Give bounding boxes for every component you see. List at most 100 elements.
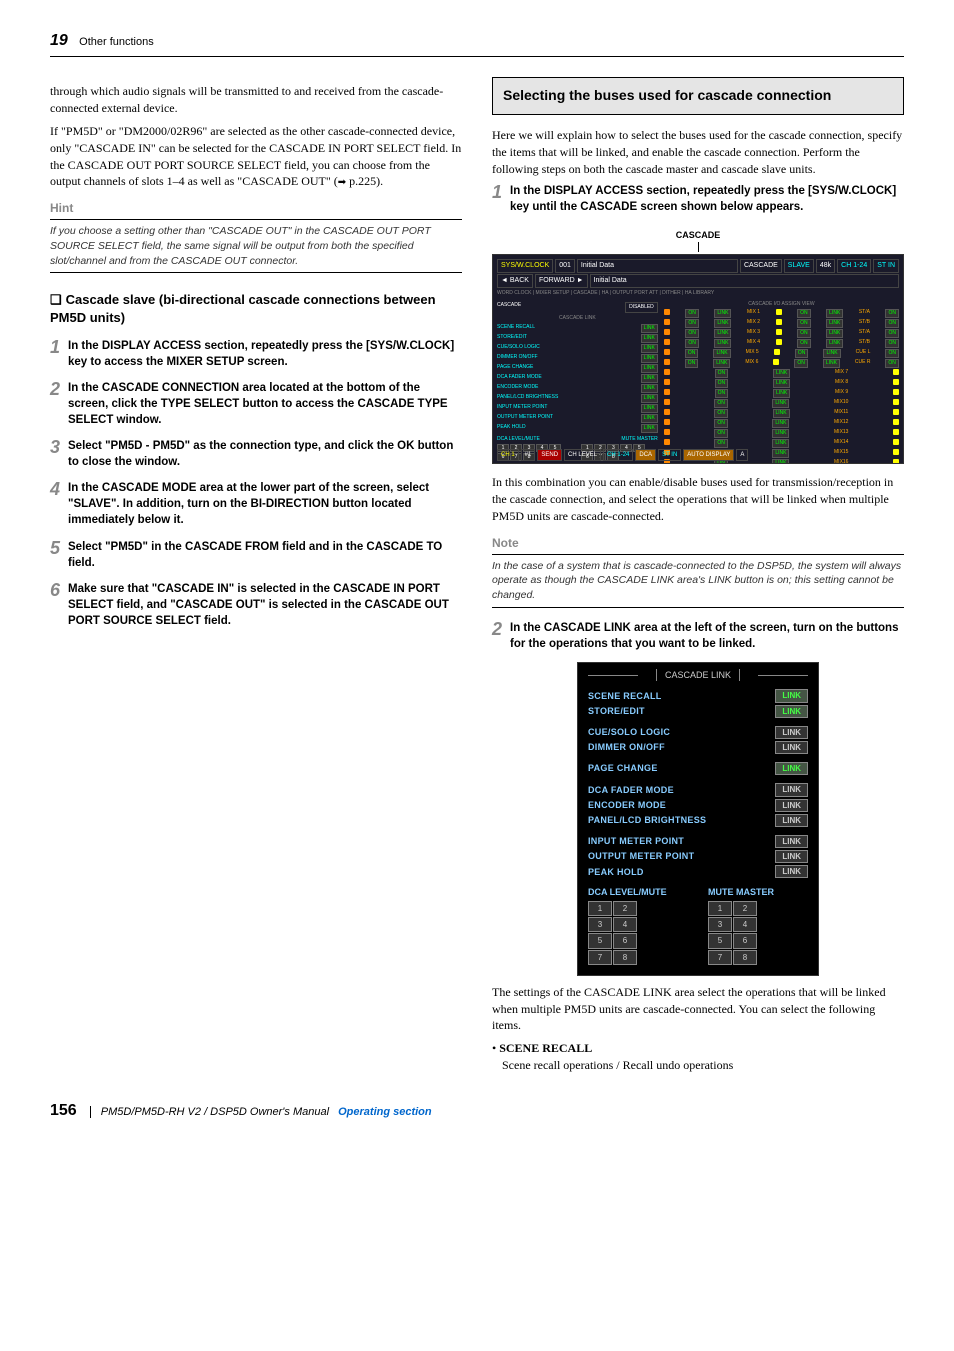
clp-link-button: LINK <box>775 814 808 827</box>
clp-link-button: LINK <box>775 799 808 812</box>
right-step-number-1: 1 <box>492 183 510 215</box>
left-step-6: 6 Make sure that "CASCADE IN" is selecte… <box>50 581 462 629</box>
clp-grid-cell: 8 <box>613 950 637 965</box>
right-step-1: 1 In the DISPLAY ACCESS section, repeate… <box>492 183 904 215</box>
scr-sub-name: Initial Data <box>590 274 899 288</box>
clp-grid-cell: 2 <box>613 901 637 916</box>
hint-body: If you choose a setting other than "CASC… <box>50 220 462 273</box>
after-figure-para: In this combination you can enable/disab… <box>492 474 904 524</box>
left-step-3: 3 Select "PM5D - PM5D" as the connection… <box>50 438 462 470</box>
ref-arrow-icon <box>338 174 346 188</box>
scr-forward-button: FORWARD ► <box>535 274 588 288</box>
scr-mix-row: ONLINKMIX12 <box>664 419 899 428</box>
clp-row: INPUT METER POINTLINK <box>588 835 808 848</box>
scr-mix-row: ONLINKMIX11 <box>664 409 899 418</box>
scr-mix-row: ONLINKMIX 9 <box>664 389 899 398</box>
scr-mix-row: ONLINKMIX13 <box>664 429 899 438</box>
clp-label: SCENE RECALL <box>588 690 662 703</box>
scr-link-title: CASCADE LINK <box>497 315 658 322</box>
clp-row: PANEL/LCD BRIGHTNESS LINK <box>588 814 808 827</box>
scr-scene-name: Initial Data <box>577 259 738 273</box>
scr-mix-row: ONLINKMIX 4ONLINKST/BON <box>664 339 899 348</box>
scr-link-row: SCENE RECALLLINK <box>497 324 658 333</box>
scr-scene-num: 001 <box>555 259 575 273</box>
scr-link-row: CUE/SOLO LOGICLINK <box>497 344 658 353</box>
header-section: Other functions <box>79 36 154 48</box>
left-step-4: 4 In the CASCADE MODE area at the lower … <box>50 480 462 528</box>
scr-dca-lbl: DCA LEVEL/MUTE <box>497 436 540 443</box>
cascade-screenshot-figure: CASCADE SYS/W.CLOCK 001 Initial Data CAS… <box>492 226 904 465</box>
clp-link-button: LINK <box>775 865 808 878</box>
clp-label: DIMMER ON/OFF <box>588 741 665 754</box>
scr-mix-row: ONLINKMIX 1ONLINKST/AON <box>664 309 899 318</box>
clp-link-button: LINK <box>775 705 808 718</box>
scr-link-row: PANEL/LCD BRIGHTNESSLINK <box>497 394 658 403</box>
clp-label: STORE/EDIT <box>588 705 645 718</box>
step-body-3: Select "PM5D - PM5D" as the connection t… <box>68 438 462 470</box>
clp-grid-cell: 4 <box>733 917 757 932</box>
clp-grid-cell: 4 <box>613 917 637 932</box>
clp-row: PEAK HOLDLINK <box>588 865 808 878</box>
intro-para-2-text: If "PM5D" or "DM2000/02R96" are selected… <box>50 124 461 188</box>
footer-title: PM5D/PM5D-RH V2 / DSP5D Owner's Manual <box>101 1106 329 1118</box>
scr-ch124b: CH 1-24 <box>603 449 633 461</box>
step-body-2: In the CASCADE CONNECTION area located a… <box>68 380 462 428</box>
clp-link-button: LINK <box>775 689 808 702</box>
clp-row: OUTPUT METER POINTLINK <box>588 850 808 863</box>
scr-assign-hdr: CASCADE I/O ASSIGN VIEW <box>664 301 899 308</box>
scr-slave-badge: SLAVE <box>784 259 814 273</box>
scr-mix-row: ONLINKMIX14 <box>664 439 899 448</box>
scr-bottom-bar: CH 1 #1 SEND CH LEVEL CH 1-24 DCA ST IN … <box>497 449 899 461</box>
scr-chlvl: CH LEVEL <box>564 449 601 461</box>
right-step-number-2: 2 <box>492 620 510 652</box>
step-number-1: 1 <box>50 338 68 370</box>
left-column: through which audio signals will be tran… <box>50 77 462 1075</box>
scr-auto: AUTO DISPLAY <box>683 449 734 461</box>
intro-para-2: If "PM5D" or "DM2000/02R96" are selected… <box>50 123 462 190</box>
clp-grid-cell: 2 <box>733 901 757 916</box>
scr-mix-row: ONLINKMIX 5ONLINKCUE LON <box>664 349 899 358</box>
figure-caption: CASCADE <box>676 230 721 240</box>
clp-row: CUE/SOLO LOGICLINK <box>588 726 808 739</box>
step-number-2: 2 <box>50 380 68 428</box>
right-intro: Here we will explain how to select the b… <box>492 127 904 177</box>
scr-link-row: INPUT METER POINTLINK <box>497 404 658 413</box>
scr-ch1a: CH 1 <box>497 449 519 461</box>
after-clp-para: The settings of the CASCADE LINK area se… <box>492 984 904 1034</box>
footer-section: Operating section <box>338 1106 432 1118</box>
subhead-text: Cascade slave (bi-directional cascade co… <box>50 292 436 325</box>
clp-row: ENCODER MODE LINK <box>588 799 808 812</box>
scr-mix-row: ONLINKMIX 2ONLINKST/BON <box>664 319 899 328</box>
scr-ch124-badge: CH 1-24 <box>837 259 871 273</box>
clp-grid-cell: 7 <box>588 950 612 965</box>
scr-stin-btm: ST IN <box>658 449 681 461</box>
step-number-3: 3 <box>50 438 68 470</box>
clp-grid-cell: 5 <box>708 933 732 948</box>
clp-row: PAGE CHANGELINK <box>588 762 808 775</box>
clp-grid-cell: 1 <box>708 901 732 916</box>
intro-ref: p.225). <box>346 174 383 188</box>
scr-link-row: PAGE CHANGELINK <box>497 364 658 373</box>
cascade-link-panel: CASCADE LINK SCENE RECALLLINKSTORE/EDITL… <box>577 662 819 976</box>
scr-link-row: ENCODER MODELINK <box>497 384 658 393</box>
step-body-6: Make sure that "CASCADE IN" is selected … <box>68 581 462 629</box>
header-page-num: 19 <box>50 32 68 49</box>
caption-line-icon <box>698 242 699 252</box>
clp-label: PANEL/LCD BRIGHTNESS <box>588 814 706 827</box>
clp-mute-grid: 12345678 <box>708 901 808 965</box>
scr-link-row: OUTPUT METER POINTLINK <box>497 414 658 423</box>
scr-send: SEND <box>537 449 562 461</box>
clp-label: OUTPUT METER POINT <box>588 850 694 863</box>
section-title: Selecting the buses used for cascade con… <box>492 77 904 115</box>
page-header: 19 Other functions <box>50 30 904 57</box>
page-footer: 156 PM5D/PM5D-RH V2 / DSP5D Owner's Manu… <box>50 1100 904 1122</box>
scr-mute-lbl: MUTE MASTER <box>621 436 657 443</box>
step-number-4: 4 <box>50 480 68 528</box>
clp-grid-cell: 1 <box>588 901 612 916</box>
scr-cascade-badge: CASCADE <box>740 259 782 273</box>
scr-stin-badge: ST IN <box>873 259 899 273</box>
clp-label: ENCODER MODE <box>588 799 666 812</box>
clp-row: DCA FADER MODELINK <box>588 783 808 796</box>
bullet-body: Scene recall operations / Recall undo op… <box>502 1057 733 1074</box>
right-step-body-2: In the CASCADE LINK area at the left of … <box>510 620 904 652</box>
